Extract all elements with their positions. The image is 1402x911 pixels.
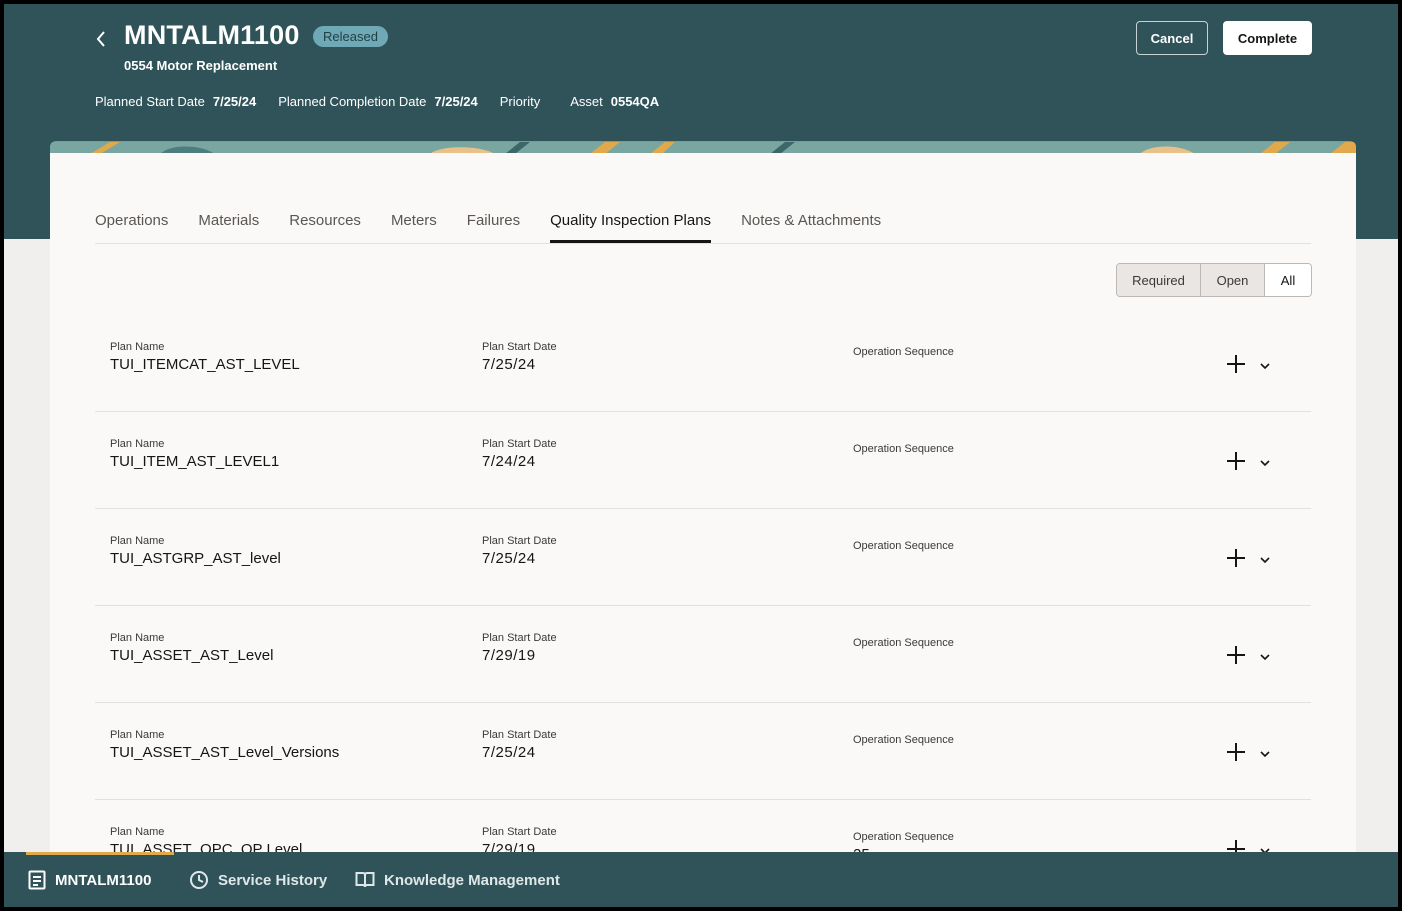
- planned-start-label: Planned Start Date: [95, 94, 205, 109]
- plan-start-date-label: Plan Start Date: [482, 438, 557, 450]
- inspection-plan-list: Plan Name TUI_ITEMCAT_AST_LEVEL Plan Sta…: [95, 315, 1311, 875]
- tab-quality-inspection-plans[interactable]: Quality Inspection Plans: [550, 203, 712, 243]
- planned-start-value: 7/25/24: [212, 94, 257, 109]
- document-icon: [28, 870, 46, 890]
- plan-row[interactable]: Plan Name TUI_ITEMCAT_AST_LEVEL Plan Sta…: [95, 315, 1311, 412]
- plan-name-value: TUI_ASSET_AST_Level_Versions: [110, 744, 340, 761]
- plus-icon: [1227, 355, 1245, 373]
- plan-start-date-value: 7/25/24: [482, 550, 536, 567]
- operation-sequence-label: Operation Sequence: [853, 346, 954, 358]
- active-indicator: [26, 852, 174, 855]
- plan-start-date-value: 7/25/24: [482, 356, 536, 373]
- status-badge: Released: [313, 26, 388, 47]
- plan-name-label: Plan Name: [110, 632, 165, 644]
- tab-materials[interactable]: Materials: [198, 203, 259, 243]
- expand-row-button[interactable]: [1258, 359, 1272, 371]
- plan-start-date-label: Plan Start Date: [482, 826, 557, 838]
- plan-start-date-label: Plan Start Date: [482, 632, 557, 644]
- plan-name-value: TUI_ASSET_AST_Level: [110, 647, 274, 664]
- plan-start-date-label: Plan Start Date: [482, 535, 557, 547]
- add-inspection-button[interactable]: [1225, 353, 1247, 375]
- add-inspection-button[interactable]: [1225, 741, 1247, 763]
- work-order-description: 0554 Motor Replacement: [124, 58, 278, 73]
- plan-name-label: Plan Name: [110, 535, 165, 547]
- tab-resources[interactable]: Resources: [289, 203, 361, 243]
- nav-work-order-label: MNTALM1100: [55, 871, 152, 889]
- plan-row[interactable]: Plan Name TUI_ITEM_AST_LEVEL1 Plan Start…: [95, 412, 1311, 509]
- decorative-banner: [50, 141, 1356, 153]
- tab-bar: Operations Materials Resources Meters Fa…: [95, 203, 1311, 244]
- work-order-meta: Planned Start Date 7/25/24 Planned Compl…: [95, 94, 681, 109]
- complete-button[interactable]: Complete: [1223, 21, 1312, 55]
- plan-name-label: Plan Name: [110, 826, 165, 838]
- nav-knowledge-management[interactable]: Knowledge Management: [355, 868, 560, 892]
- plus-icon: [1227, 646, 1245, 664]
- planned-completion-label: Planned Completion Date: [278, 94, 427, 109]
- plan-row[interactable]: Plan Name TUI_ASSET_AST_Level_Versions P…: [95, 703, 1311, 800]
- expand-row-button[interactable]: [1258, 456, 1272, 468]
- app-window: MNTALM1100 Released 0554 Motor Replaceme…: [4, 4, 1398, 907]
- plan-name-label: Plan Name: [110, 341, 165, 353]
- operation-sequence-label: Operation Sequence: [853, 443, 954, 455]
- content-card: Operations Materials Resources Meters Fa…: [50, 153, 1356, 907]
- expand-row-button[interactable]: [1258, 553, 1272, 565]
- plan-name-value: TUI_ITEMCAT_AST_LEVEL: [110, 356, 300, 373]
- nav-service-history[interactable]: Service History: [189, 868, 327, 892]
- nav-work-order[interactable]: MNTALM1100: [28, 868, 151, 892]
- operation-sequence-label: Operation Sequence: [853, 637, 954, 649]
- chevron-left-icon: [96, 31, 105, 47]
- nav-knowledge-management-label: Knowledge Management: [384, 871, 560, 889]
- plan-filter-toggle: Required Open All: [1116, 263, 1312, 297]
- banner-pattern: [50, 142, 1356, 153]
- plan-name-label: Plan Name: [110, 438, 165, 450]
- tab-failures[interactable]: Failures: [467, 203, 520, 243]
- filter-open[interactable]: Open: [1201, 264, 1265, 296]
- add-inspection-button[interactable]: [1225, 547, 1247, 569]
- plan-row[interactable]: Plan Name TUI_ASSET_AST_Level Plan Start…: [95, 606, 1311, 703]
- add-inspection-button[interactable]: [1225, 450, 1247, 472]
- plan-start-date-label: Plan Start Date: [482, 341, 557, 353]
- add-inspection-button[interactable]: [1225, 644, 1247, 666]
- page-title: MNTALM1100: [124, 20, 300, 50]
- chevron-down-icon: [1260, 654, 1270, 661]
- asset-label: Asset: [570, 94, 603, 109]
- plan-start-date-value: 7/29/19: [482, 647, 536, 664]
- plan-start-date-value: 7/24/24: [482, 453, 536, 470]
- filter-all[interactable]: All: [1265, 264, 1311, 296]
- back-button[interactable]: [90, 26, 112, 52]
- chevron-down-icon: [1260, 557, 1270, 564]
- chevron-down-icon: [1260, 363, 1270, 370]
- tab-operations[interactable]: Operations: [95, 203, 168, 243]
- expand-row-button[interactable]: [1258, 747, 1272, 759]
- bottom-navigation: MNTALM1100 Service History Knowledge Man…: [4, 852, 1398, 907]
- operation-sequence-label: Operation Sequence: [853, 831, 954, 843]
- expand-row-button[interactable]: [1258, 650, 1272, 662]
- plus-icon: [1227, 452, 1245, 470]
- filter-required[interactable]: Required: [1117, 264, 1201, 296]
- plus-icon: [1227, 549, 1245, 567]
- chevron-down-icon: [1260, 460, 1270, 467]
- plan-name-value: TUI_ITEM_AST_LEVEL1: [110, 453, 280, 470]
- plan-name-label: Plan Name: [110, 729, 165, 741]
- nav-service-history-label: Service History: [218, 871, 328, 889]
- plan-name-value: TUI_ASTGRP_AST_level: [110, 550, 281, 567]
- tab-meters[interactable]: Meters: [391, 203, 437, 243]
- operation-sequence-label: Operation Sequence: [853, 734, 954, 746]
- plan-start-date-value: 7/25/24: [482, 744, 536, 761]
- planned-completion-value: 7/25/24: [434, 94, 478, 109]
- priority-label: Priority: [499, 94, 541, 109]
- plan-row[interactable]: Plan Name TUI_ASTGRP_AST_level Plan Star…: [95, 509, 1311, 606]
- asset-value: 0554QA: [610, 94, 660, 109]
- chevron-down-icon: [1260, 751, 1270, 758]
- cancel-button[interactable]: Cancel: [1136, 21, 1208, 55]
- plan-start-date-label: Plan Start Date: [482, 729, 557, 741]
- plus-icon: [1227, 743, 1245, 761]
- tab-notes-attachments[interactable]: Notes & Attachments: [741, 203, 881, 243]
- clock-icon: [190, 871, 208, 889]
- operation-sequence-label: Operation Sequence: [853, 540, 954, 552]
- book-icon: [355, 872, 375, 888]
